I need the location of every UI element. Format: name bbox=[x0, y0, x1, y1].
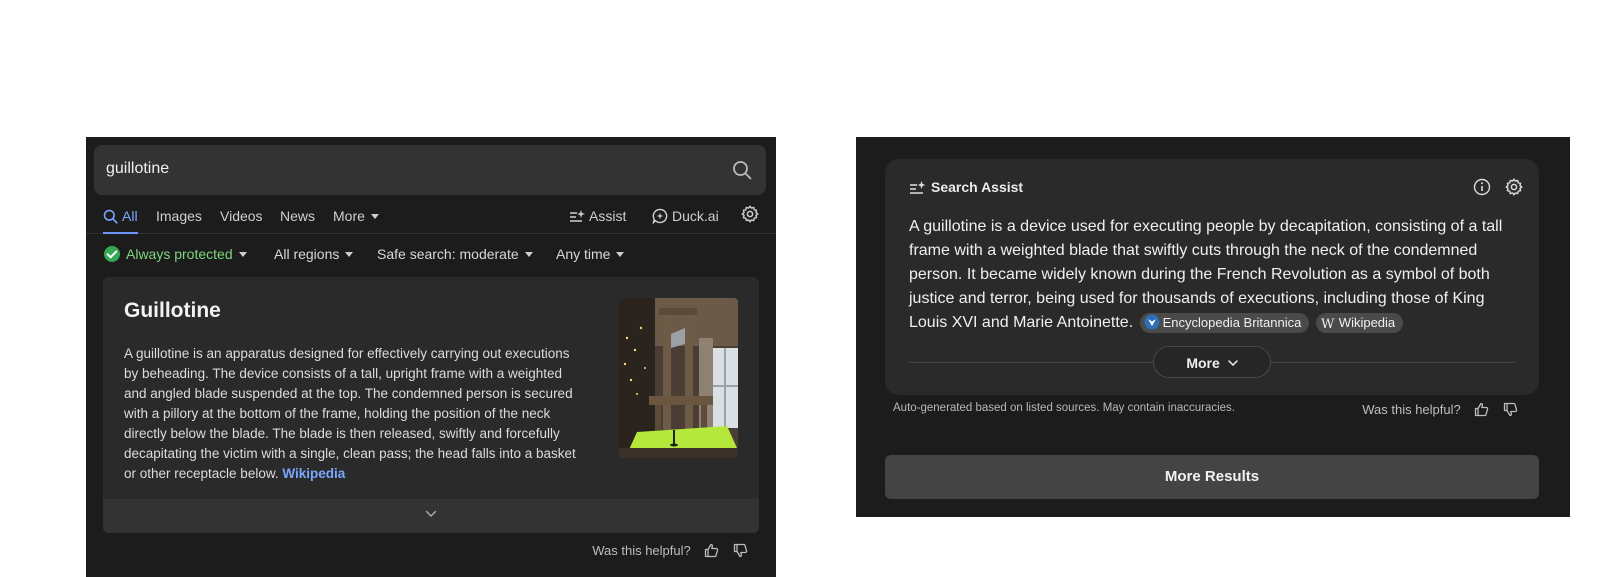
info-icon[interactable] bbox=[1473, 178, 1491, 196]
source-chip-wikipedia[interactable]: W Wikipedia bbox=[1315, 313, 1404, 333]
search-assist-header: Search Assist bbox=[909, 179, 1023, 195]
safe-search-label: Safe search: moderate bbox=[377, 246, 519, 262]
check-circle-icon bbox=[104, 246, 120, 262]
duckai-chat-icon bbox=[652, 208, 668, 224]
caret-down-icon bbox=[238, 252, 247, 257]
source-label: Encyclopedia Britannica bbox=[1162, 315, 1302, 330]
wikipedia-icon: W bbox=[1320, 316, 1336, 330]
helpful-feedback: Was this helpful? bbox=[592, 543, 748, 558]
chevron-down-icon bbox=[425, 510, 437, 518]
sparkle-icon bbox=[569, 209, 585, 224]
tab-more[interactable]: More bbox=[333, 195, 379, 233]
tab-label: More bbox=[333, 208, 365, 224]
helpful-label: Was this helpful? bbox=[592, 543, 691, 558]
duckai-label: Duck.ai bbox=[672, 208, 719, 224]
assist-button[interactable]: Assist bbox=[569, 195, 626, 233]
assist-label: Assist bbox=[589, 208, 627, 224]
helpful-feedback: Was this helpful? bbox=[1362, 402, 1518, 417]
thumbs-down-icon[interactable] bbox=[1503, 402, 1518, 417]
tab-news[interactable]: News bbox=[280, 195, 315, 233]
tab-label: Videos bbox=[220, 208, 263, 224]
more-results-button[interactable]: More Results bbox=[885, 455, 1539, 499]
description-text: A guillotine is an apparatus designed fo… bbox=[124, 346, 576, 481]
knowledge-card-description: A guillotine is an apparatus designed fo… bbox=[124, 344, 584, 484]
duckai-button[interactable]: Duck.ai bbox=[652, 195, 719, 233]
knowledge-card: Guillotine A guillotine is an apparatus … bbox=[103, 277, 759, 533]
helpful-label: Was this helpful? bbox=[1362, 402, 1461, 417]
gear-icon[interactable] bbox=[1505, 178, 1523, 196]
thumbs-down-icon[interactable] bbox=[733, 543, 748, 558]
search-bar[interactable]: guillotine bbox=[94, 145, 766, 195]
search-icon bbox=[103, 209, 118, 224]
knowledge-card-title: Guillotine bbox=[124, 299, 221, 322]
region-filter[interactable]: All regions bbox=[274, 234, 354, 274]
caret-down-icon bbox=[345, 252, 354, 257]
source-label: Wikipedia bbox=[1338, 315, 1396, 330]
sparkle-icon bbox=[909, 180, 926, 195]
britannica-icon bbox=[1144, 314, 1160, 330]
caret-down-icon bbox=[524, 252, 533, 257]
caret-down-icon bbox=[370, 214, 379, 219]
search-results-panel: guillotine All Images Videos News More A… bbox=[86, 137, 776, 577]
search-tabs: All Images Videos News More Assist Duck.… bbox=[86, 195, 776, 234]
search-assist-answer: A guillotine is a device used for execut… bbox=[909, 215, 1519, 335]
expand-card-button[interactable] bbox=[103, 499, 759, 533]
guillotine-image[interactable] bbox=[619, 298, 738, 458]
safe-search-filter[interactable]: Safe search: moderate bbox=[377, 234, 533, 274]
more-label: More bbox=[1186, 355, 1220, 371]
tab-label: Images bbox=[156, 208, 202, 224]
tab-all[interactable]: All bbox=[103, 195, 138, 234]
search-input[interactable]: guillotine bbox=[106, 160, 169, 178]
tab-videos[interactable]: Videos bbox=[220, 195, 263, 233]
region-label: All regions bbox=[274, 246, 340, 262]
search-assist-panel: Search Assist A guillotine is a device u… bbox=[856, 137, 1570, 517]
thumbs-up-icon[interactable] bbox=[704, 543, 719, 558]
protection-filter[interactable]: Always protected bbox=[104, 234, 247, 274]
search-assist-title: Search Assist bbox=[931, 179, 1024, 195]
thumbs-up-icon[interactable] bbox=[1474, 402, 1489, 417]
search-icon[interactable] bbox=[732, 160, 752, 180]
assist-disclaimer: Auto-generated based on listed sources. … bbox=[893, 402, 1236, 414]
svg-text:W: W bbox=[1321, 317, 1335, 330]
tab-images[interactable]: Images bbox=[156, 195, 202, 233]
more-button[interactable]: More bbox=[1153, 346, 1271, 378]
time-label: Any time bbox=[556, 246, 611, 262]
tab-label: News bbox=[280, 208, 316, 224]
gear-icon[interactable] bbox=[741, 205, 759, 223]
wikipedia-link[interactable]: Wikipedia bbox=[282, 466, 345, 481]
search-filters: Always protected All regions Safe search… bbox=[86, 234, 776, 274]
search-assist-card: Search Assist A guillotine is a device u… bbox=[885, 159, 1539, 395]
tab-label: All bbox=[122, 208, 138, 224]
source-chip-britannica[interactable]: Encyclopedia Britannica bbox=[1139, 313, 1310, 333]
protection-label: Always protected bbox=[126, 246, 233, 262]
chevron-down-icon bbox=[1227, 360, 1238, 367]
time-filter[interactable]: Any time bbox=[556, 234, 625, 274]
caret-down-icon bbox=[616, 252, 625, 257]
